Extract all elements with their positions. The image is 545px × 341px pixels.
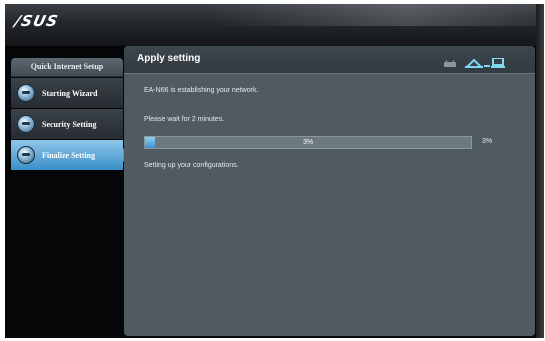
globe-icon [17,84,35,102]
sidebar: Quick Internet Setup Starting Wizard Sec… [11,58,130,170]
window-edge [536,4,544,338]
router-icon [443,55,457,73]
wireless-icon [465,55,483,73]
progress-bar: 3% [144,136,472,149]
globe-icon [17,146,35,164]
page-title: Apply setting [137,53,201,64]
sidebar-item-label: Finalize Setting [42,150,96,160]
sidebar-item-finalize-setting[interactable]: Finalize Setting [11,140,130,170]
sidebar-header: Quick Internet Setup [11,58,123,77]
top-banner: /SUS [5,4,543,46]
asus-logo: /SUS [13,12,61,30]
progress-percent-label: 3% [302,139,314,146]
sidebar-item-label: Security Setting [42,119,97,129]
sidebar-item-starting-wizard[interactable]: Starting Wizard [11,78,123,108]
status-message: Setting up your configurations. [144,162,239,169]
router-setup-window: /SUS Quick Internet Setup Starting Wizar… [5,4,543,338]
globe-icon [17,115,35,133]
network-status-icons [443,55,505,73]
panel-header: Apply setting [124,46,535,74]
computer-icon [491,55,505,73]
connection-line-icon [484,55,490,73]
apply-setting-panel: Apply setting EA-N66 is establishing you… [124,46,535,336]
sidebar-item-label: Starting Wizard [42,88,98,98]
establishing-message: EA-N66 is establishing your network. [144,87,259,94]
progress-percent-side: 3% [482,138,493,145]
sidebar-item-security-setting[interactable]: Security Setting [11,109,123,139]
wait-message: Please wait for 2 minutes. [144,116,225,123]
